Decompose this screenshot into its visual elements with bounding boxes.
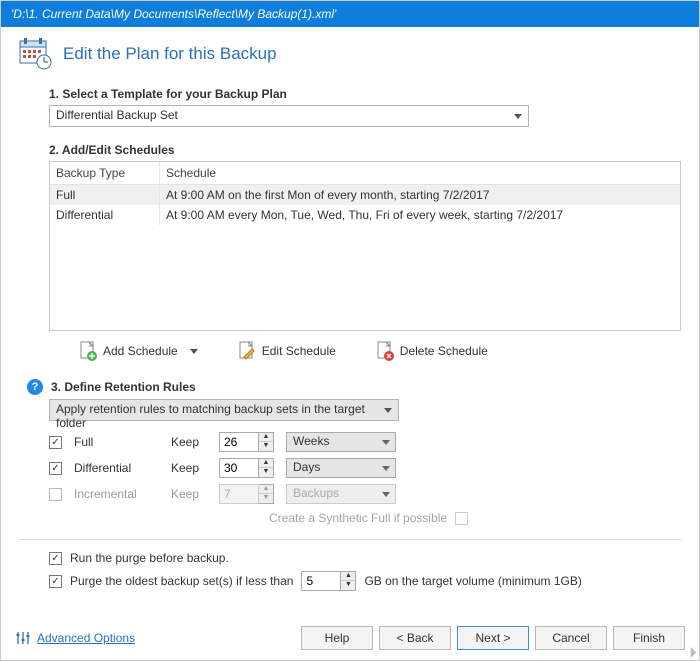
row-schedule: At 9:00 AM every Mon, Tue, Wed, Thu, Fri… <box>160 205 680 225</box>
spin-up-icon[interactable]: ▲ <box>341 572 355 581</box>
page-title: Edit the Plan for this Backup <box>63 44 277 64</box>
advanced-options-link[interactable]: Advanced Options <box>15 630 135 646</box>
purge-threshold-spinner[interactable]: ▲▼ <box>301 571 356 591</box>
schedule-row[interactable]: Differential At 9:00 AM every Mon, Tue, … <box>50 205 680 225</box>
purge-oldest-row: ✓ Purge the oldest backup set(s) if less… <box>49 571 681 591</box>
divider <box>19 539 681 540</box>
rule-row-incremental: Incremental Keep ▲▼ Backups <box>49 484 681 504</box>
synthetic-full-row: Create a Synthetic Full if possible <box>269 511 681 525</box>
run-purge-checkbox[interactable]: ✓ <box>49 552 62 565</box>
keep-label: Keep <box>171 461 207 475</box>
backup-plan-dialog: 'D:\1. Current Data\My Documents\Reflect… <box>0 0 700 661</box>
step1-label: 1. Select a Template for your Backup Pla… <box>49 87 681 101</box>
dialog-header: Edit the Plan for this Backup <box>19 37 681 71</box>
schedule-table: Backup Type Schedule Full At 9:00 AM on … <box>49 161 681 331</box>
retention-scope-value: Apply retention rules to matching backup… <box>56 402 365 430</box>
incremental-unit-select: Backups <box>286 484 396 504</box>
template-select[interactable]: Differential Backup Set <box>49 105 529 127</box>
rule-row-full: ✓ Full Keep ▲▼ Weeks <box>49 432 681 452</box>
differential-unit-select[interactable]: Days <box>286 458 396 478</box>
calendar-clock-icon <box>19 37 53 71</box>
synthetic-full-checkbox <box>455 512 468 525</box>
keep-label: Keep <box>171 487 207 501</box>
incremental-label: Incremental <box>74 487 159 501</box>
back-button[interactable]: < Back <box>379 626 451 650</box>
document-delete-icon <box>376 341 394 361</box>
col-schedule[interactable]: Schedule <box>160 162 680 184</box>
incremental-value-spinner: ▲▼ <box>219 484 274 504</box>
purge-oldest-checkbox[interactable]: ✓ <box>49 575 62 588</box>
row-type: Full <box>50 185 160 205</box>
edit-schedule-button[interactable]: Edit Schedule <box>238 341 336 361</box>
sliders-icon <box>15 630 31 646</box>
purge-threshold-input[interactable] <box>301 571 341 591</box>
spin-down-icon[interactable]: ▼ <box>259 442 273 451</box>
incremental-checkbox[interactable] <box>49 488 62 501</box>
advanced-options-label: Advanced Options <box>37 631 135 645</box>
window-titlebar: 'D:\1. Current Data\My Documents\Reflect… <box>1 1 699 27</box>
run-purge-label: Run the purge before backup. <box>70 551 229 565</box>
row-schedule: At 9:00 AM on the first Mon of every mon… <box>160 185 680 205</box>
document-add-icon <box>79 341 97 361</box>
differential-value-input[interactable] <box>219 458 259 478</box>
full-label: Full <box>74 435 159 449</box>
spin-down-icon[interactable]: ▼ <box>341 581 355 590</box>
dialog-footer: Advanced Options Help < Back Next > Canc… <box>1 618 699 660</box>
run-purge-row: ✓ Run the purge before backup. <box>49 551 681 565</box>
purge-oldest-suffix: GB on the target volume (minimum 1GB) <box>364 574 581 588</box>
chevron-down-icon <box>190 349 198 354</box>
synthetic-full-label: Create a Synthetic Full if possible <box>269 511 447 525</box>
add-schedule-button[interactable]: Add Schedule <box>79 341 198 361</box>
finish-button[interactable]: Finish <box>613 626 685 650</box>
step3-label: 3. Define Retention Rules <box>51 380 196 394</box>
differential-value-spinner[interactable]: ▲▼ <box>219 458 274 478</box>
step2-label: 2. Add/Edit Schedules <box>49 143 681 157</box>
edit-schedule-label: Edit Schedule <box>262 344 336 358</box>
help-button[interactable]: Help <box>301 626 373 650</box>
full-value-input[interactable] <box>219 432 259 452</box>
purge-oldest-prefix: Purge the oldest backup set(s) if less t… <box>70 574 293 588</box>
retention-scope-select[interactable]: Apply retention rules to matching backup… <box>49 399 399 421</box>
differential-label: Differential <box>74 461 159 475</box>
add-schedule-label: Add Schedule <box>103 344 178 358</box>
spin-up-icon[interactable]: ▲ <box>259 459 273 468</box>
spin-down-icon[interactable]: ▼ <box>259 468 273 477</box>
document-edit-icon <box>238 341 256 361</box>
spin-up-icon: ▲ <box>259 485 273 494</box>
delete-schedule-label: Delete Schedule <box>400 344 488 358</box>
schedule-row[interactable]: Full At 9:00 AM on the first Mon of ever… <box>50 185 680 205</box>
incremental-value-input <box>219 484 259 504</box>
window-title: 'D:\1. Current Data\My Documents\Reflect… <box>11 7 336 21</box>
row-type: Differential <box>50 205 160 225</box>
spin-up-icon[interactable]: ▲ <box>259 433 273 442</box>
cancel-button[interactable]: Cancel <box>535 626 607 650</box>
next-button[interactable]: Next > <box>457 626 529 650</box>
help-icon[interactable]: ? <box>27 379 43 395</box>
delete-schedule-button[interactable]: Delete Schedule <box>376 341 488 361</box>
differential-checkbox[interactable]: ✓ <box>49 462 62 475</box>
full-checkbox[interactable]: ✓ <box>49 436 62 449</box>
col-backup-type[interactable]: Backup Type <box>50 162 160 184</box>
keep-label: Keep <box>171 435 207 449</box>
template-select-value: Differential Backup Set <box>56 108 178 122</box>
schedule-table-header: Backup Type Schedule <box>50 162 680 185</box>
full-unit-select[interactable]: Weeks <box>286 432 396 452</box>
rule-row-differential: ✓ Differential Keep ▲▼ Days <box>49 458 681 478</box>
spin-down-icon: ▼ <box>259 494 273 503</box>
full-value-spinner[interactable]: ▲▼ <box>219 432 274 452</box>
